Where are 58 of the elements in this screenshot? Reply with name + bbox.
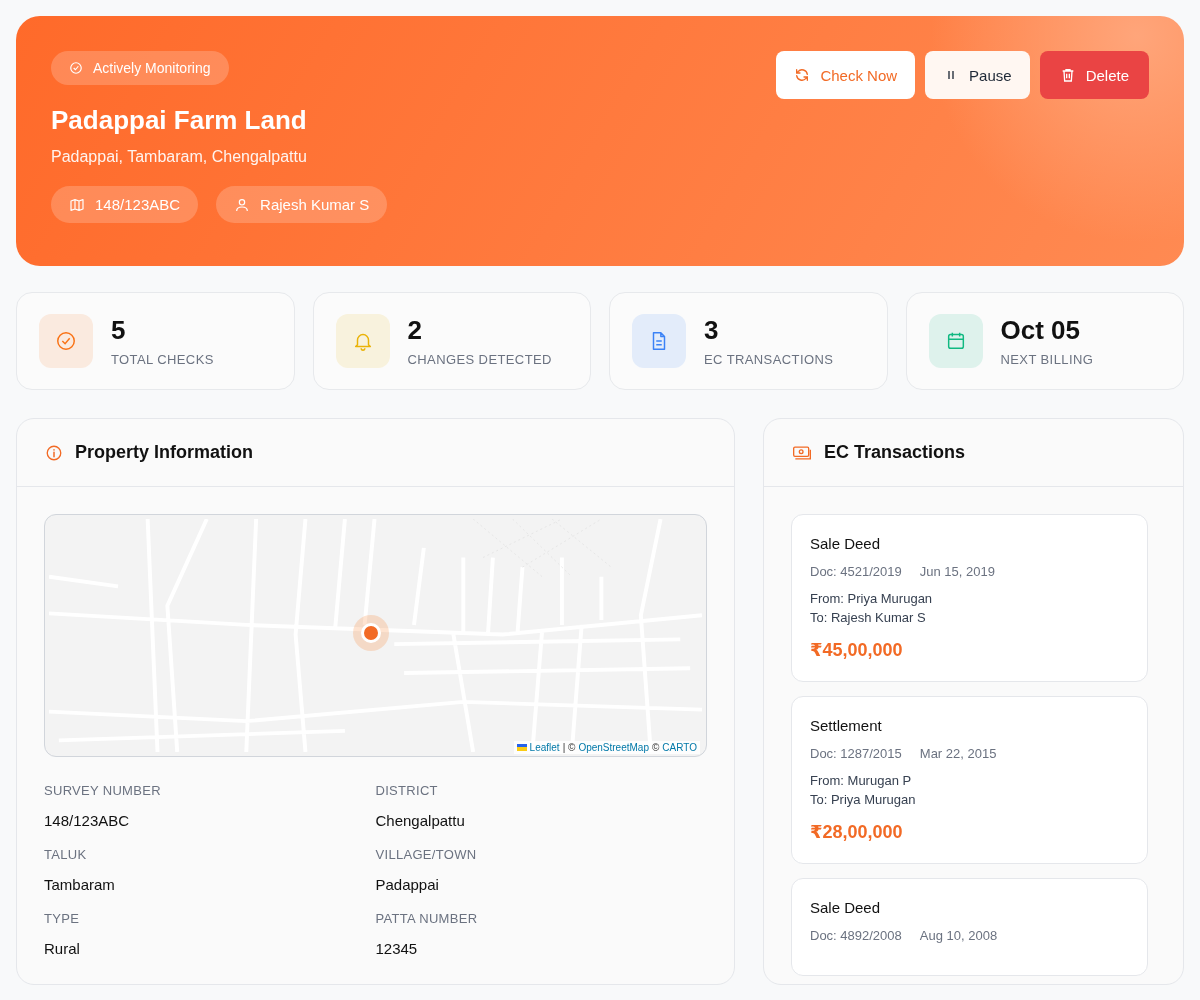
document-number: Doc: 4892/2008 (810, 928, 902, 943)
chip-label: Rajesh Kumar S (260, 196, 370, 213)
transaction-date: Mar 22, 2015 (919, 746, 997, 761)
to-party: To: Rajesh Kumar S (810, 610, 927, 625)
attribution-link[interactable]: Leaflet (529, 742, 560, 753)
stat-label: NEXT BILLING (1000, 352, 1094, 367)
from-party: From: Priya Murugan (810, 591, 934, 606)
refresh-icon (794, 67, 811, 83)
transaction-amount: ₹28,00,000 (810, 821, 904, 843)
field-value: Padappai (375, 876, 440, 893)
transaction-type: Sale Deed (810, 535, 882, 552)
check-circle-icon (69, 61, 83, 75)
field-value: Tambaram (44, 876, 116, 893)
property-location: Padappai, Tambaram, Chengalpattu (51, 148, 308, 166)
info-icon (45, 443, 63, 462)
stat-value: 2 (407, 315, 423, 346)
check-now-button[interactable]: Check Now (776, 51, 916, 99)
property-title: Padappai Farm Land (51, 105, 308, 136)
document-number: Doc: 1287/2015 (810, 746, 902, 761)
delete-button[interactable]: Delete (1039, 51, 1149, 99)
stat-value: Oct 05 (1000, 315, 1081, 346)
transaction-amount: ₹45,00,000 (810, 639, 904, 661)
stat-label: EC TRANSACTIONS (704, 352, 834, 367)
field-value: Rural (44, 940, 81, 957)
user-icon (234, 196, 251, 213)
field-label: SURVEY NUMBER (44, 783, 162, 798)
chip-label: 148/123ABC (95, 196, 181, 213)
attribution-text: | © (562, 742, 576, 753)
panel-title: Property Information (75, 442, 253, 463)
field-label: TALUK (44, 847, 88, 862)
pause-button[interactable]: Pause (925, 51, 1030, 99)
field-value: 12345 (375, 940, 419, 957)
field-label: DISTRICT (375, 783, 439, 798)
transaction-type: Settlement (810, 717, 883, 734)
location-marker-icon (353, 615, 389, 651)
field-value: Chengalpattu (375, 812, 466, 829)
from-party: From: Murugan P (810, 773, 913, 788)
to-party: To: Priya Murugan (810, 792, 917, 807)
transaction-date: Aug 10, 2008 (919, 928, 998, 943)
flag-icon (516, 744, 527, 751)
attribution-text: © (652, 742, 660, 753)
field-label: TYPE (44, 911, 81, 926)
check-circle-icon (55, 330, 77, 352)
stat-label: TOTAL CHECKS (111, 352, 214, 367)
attribution-link[interactable]: CARTO (662, 742, 697, 753)
panel-title: EC Transactions (824, 442, 966, 463)
stat-value: 3 (704, 315, 720, 346)
transaction-date: Jun 15, 2019 (919, 564, 995, 579)
field-label: VILLAGE/TOWN (375, 847, 478, 862)
field-value: 148/123ABC (44, 812, 131, 829)
field-label: PATTA NUMBER (375, 911, 479, 926)
transaction-type: Sale Deed (810, 899, 882, 916)
status-label: Actively Monitoring (93, 60, 211, 76)
document-number: Doc: 4521/2019 (810, 564, 902, 579)
stat-label: CHANGES DETECTED (407, 352, 552, 367)
attribution-link[interactable]: OpenStreetMap (578, 742, 649, 753)
map-icon (69, 196, 85, 213)
stat-value: 5 (111, 315, 127, 346)
